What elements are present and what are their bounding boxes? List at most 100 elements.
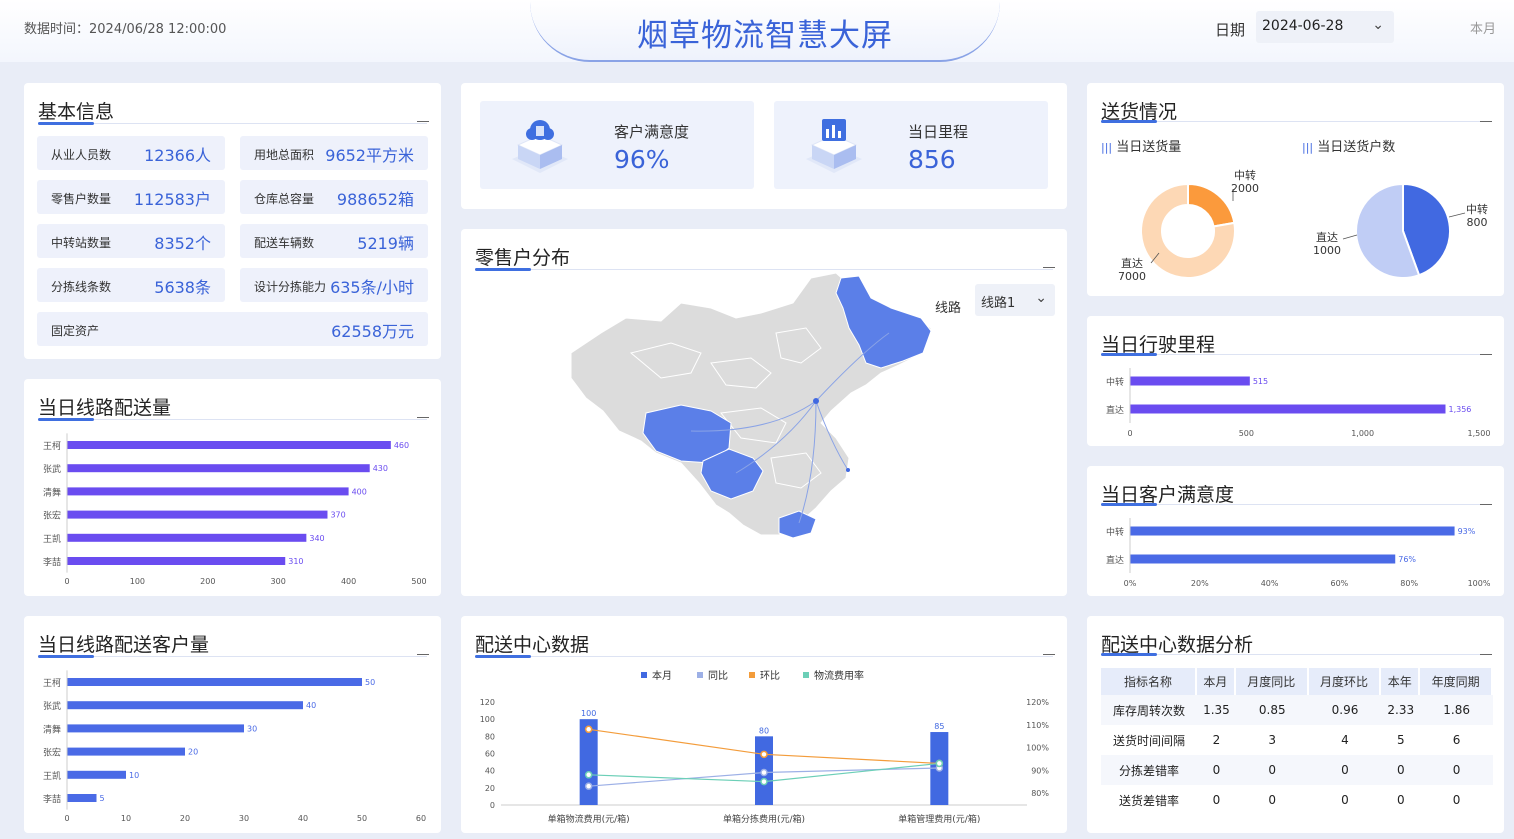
table-header: 本年 [1381, 668, 1421, 695]
value-label: 30 [247, 724, 257, 733]
table-header: 月度环比 [1308, 668, 1382, 695]
minimize-icon[interactable] [1480, 121, 1492, 122]
table-cell: 分拣差错率 [1101, 755, 1197, 785]
table-cell: 1.86 [1420, 695, 1493, 725]
route-select[interactable]: 线路1 ⌄ [975, 284, 1055, 316]
chart-cube-icon [806, 119, 862, 173]
value-label: 80 [759, 726, 769, 735]
kpi-value: 856 [908, 145, 956, 174]
info-value: 5219辆 [357, 234, 414, 253]
minimize-icon[interactable] [1480, 654, 1492, 655]
y-tick-label: 60 [485, 750, 495, 759]
value-label: 93% [1458, 527, 1476, 536]
table-row: 分拣差错率 0 0 0 0 0 [1101, 755, 1493, 785]
minimize-icon[interactable] [417, 417, 429, 418]
series-point [584, 771, 593, 779]
leader-line [1342, 234, 1358, 240]
legend-item: ||| 当日送货量 [1101, 136, 1181, 155]
minimize-icon[interactable] [1480, 504, 1492, 505]
basic-info-panel: 基本信息 从业人员数 12366人 用地总面积 9652平方米 零售户数量 11… [24, 83, 441, 359]
tick-label: 80% [1400, 579, 1418, 588]
table-cell: 0 [1268, 793, 1277, 807]
y-tick-label: 20 [485, 784, 495, 793]
slice-value-label: 7000 [1118, 270, 1146, 283]
table-cell: 2 [1212, 733, 1221, 747]
tick-label: 100% [1468, 579, 1491, 588]
info-label: 仓库总容量 [254, 192, 315, 206]
legend-label: 当日送货户数 [1317, 140, 1396, 155]
slice-value-label: 2000 [1231, 182, 1259, 195]
y-tick-label: 40 [485, 767, 495, 776]
value-label: 100 [581, 709, 596, 718]
analysis-table: 指标名称 本月 月度同比 月度环比 本年 年度同期 库存周转次数 1.35 0.… [1101, 668, 1493, 815]
legend-label: 当日送货量 [1116, 140, 1182, 155]
title-accent [475, 268, 531, 271]
legend-label: 同比 [708, 670, 728, 682]
table-cell: 6 [1452, 733, 1461, 747]
category-label: 张宏 [43, 510, 61, 522]
minimize-icon[interactable] [417, 654, 429, 655]
table-row: 库存周转次数 1.35 0.85 0.96 2.33 1.86 [1101, 695, 1493, 725]
table-cell: 0 [1308, 755, 1382, 785]
category-label: 王柯 [43, 677, 61, 689]
minimize-icon[interactable] [1480, 354, 1492, 355]
delivery-panel: 送货情况 ||| 当日送货量 ||| 当日送货户数 中转 2000 直达 7000 中转… [1087, 83, 1504, 296]
category-label: 中转 [1106, 376, 1124, 388]
info-cell: 设计分拣能力 635条/小时 [240, 268, 428, 302]
y2-tick-label: 120% [1026, 698, 1049, 707]
title-divider [1101, 354, 1490, 355]
slice-name-label: 中转 [1234, 168, 1256, 182]
info-value: 8352个 [154, 234, 211, 253]
tick-label: 500 [411, 577, 426, 586]
bar [67, 701, 303, 710]
info-label: 固定资产 [51, 324, 100, 338]
page-title: 烟草物流智慧大屏 [637, 18, 893, 54]
category-label: 清舞 [43, 486, 61, 498]
flow-node [846, 468, 850, 472]
value-label: 1,356 [1448, 405, 1471, 414]
tick-label: 200 [200, 577, 215, 586]
bar [67, 487, 349, 496]
series-point [584, 725, 593, 734]
category-label: 单箱物流费用(元/箱) [548, 813, 630, 825]
minimize-icon[interactable] [1043, 267, 1055, 268]
table-cell: 3 [1268, 733, 1277, 747]
minimize-icon[interactable] [417, 121, 429, 122]
table-cell: 4 [1341, 733, 1349, 747]
title-accent [475, 655, 531, 658]
tick-label: 500 [1239, 429, 1254, 438]
info-cell: 用地总面积 9652平方米 [240, 136, 428, 170]
title-accent [1101, 503, 1157, 506]
category-label: 张武 [43, 700, 61, 712]
info-cell: 配送车辆数 5219辆 [240, 224, 428, 258]
category-label: 张宏 [43, 747, 61, 759]
value-label: 430 [373, 464, 388, 473]
value-label: 310 [288, 557, 303, 566]
y-tick-label: 120 [480, 698, 495, 707]
slice-value-label: 800 [1467, 216, 1488, 229]
title-divider [475, 269, 1053, 270]
panel-title: 当日线路配送客户量 [38, 634, 210, 656]
table-cell: 1.35 [1197, 695, 1236, 725]
retail-map-panel: 零售户分布 线路 线路1 ⌄ [461, 229, 1067, 596]
mileage-panel: 当日行驶里程 中转 515 直达 1,356 0 500 1,000 1,500 [1087, 316, 1504, 446]
info-value: 112583户 [133, 190, 211, 209]
value-label: 10 [129, 771, 139, 780]
series-point [760, 768, 768, 777]
table-row: 送货差错率 0 0 0 0 0 [1101, 785, 1493, 815]
title-accent [38, 122, 94, 125]
month-tag[interactable]: 本月 [1470, 18, 1496, 37]
bar [1130, 526, 1455, 536]
tick-label: 60% [1331, 579, 1349, 588]
date-picker[interactable]: 2024-06-28 ⌄ [1256, 11, 1394, 43]
minimize-icon[interactable] [1043, 654, 1055, 655]
panel-title: 配送中心数据 [475, 634, 590, 656]
pie-slice [1187, 182, 1236, 228]
info-cell: 仓库总容量 988652箱 [240, 180, 428, 214]
route-customers-chart: 王柯 50张武 40清舞 30张宏 20王凯 10李喆 50 10 20 30 40 50 60 [43, 670, 426, 823]
value-label: 40 [306, 701, 316, 710]
bar [1130, 404, 1446, 414]
delivery-pies: 中转2000直达7000中转800直达1000 [1118, 168, 1488, 283]
bar [1130, 554, 1396, 564]
y2-tick-label: 100% [1026, 744, 1049, 753]
